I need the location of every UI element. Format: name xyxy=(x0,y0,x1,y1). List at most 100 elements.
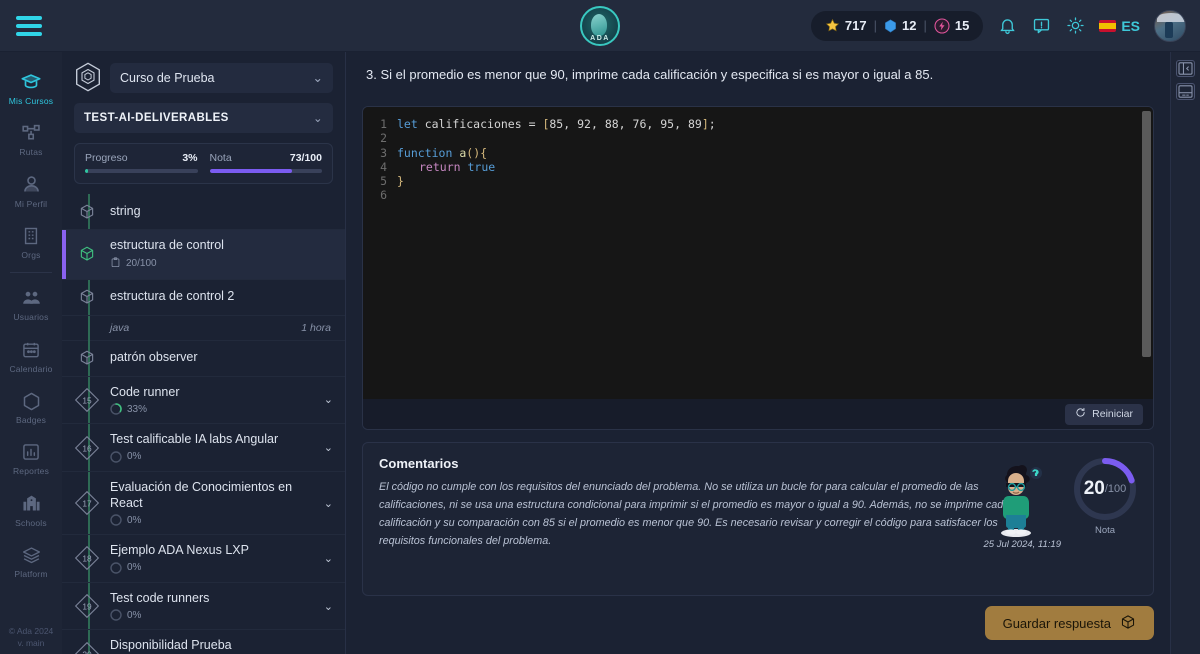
grade-column: Nota 73/100 xyxy=(209,152,322,173)
progress-ring-icon xyxy=(110,451,122,463)
svg-text:17: 17 xyxy=(82,499,92,509)
sidebar-item-label: Platform xyxy=(14,569,48,580)
feedback-date: 25 Jul 2024, 11:19 xyxy=(983,539,1061,551)
chevron-down-icon[interactable]: ⌄ xyxy=(318,600,333,613)
feedback-icon[interactable] xyxy=(1031,16,1051,36)
stats-pill[interactable]: 717 | 12 | 15 xyxy=(810,10,984,41)
course-panel: Curso de Prueba ⌄ TEST-AI-DELIVERABLES ⌄… xyxy=(62,52,346,654)
course-hex-badge-icon xyxy=(74,62,102,93)
panel-left-toggle-icon[interactable] xyxy=(1176,60,1195,77)
sidebar-item-usuarios[interactable]: Usuarios xyxy=(0,278,62,329)
star-icon xyxy=(825,18,840,33)
sidebar-item-schools[interactable]: Schools xyxy=(0,484,62,535)
chevron-down-icon[interactable]: ⌄ xyxy=(318,647,333,654)
chevron-down-icon[interactable]: ⌄ xyxy=(318,497,333,510)
cube-icon xyxy=(74,245,100,263)
chevron-down-icon[interactable]: ⌄ xyxy=(318,441,333,454)
version-text: v. main xyxy=(17,638,45,649)
course-name: Curso de Prueba xyxy=(120,70,215,85)
chevron-down-icon[interactable]: ⌄ xyxy=(318,552,333,565)
sidebar-item-badges[interactable]: Badges xyxy=(0,381,62,432)
school-icon xyxy=(20,493,42,515)
sidebar-item-label: Mi Perfil xyxy=(14,198,48,209)
module-row[interactable]: 20 Disponibilidad Prueba0% ⌄ xyxy=(62,630,345,654)
module-row[interactable]: 15 Code runner 33% ⌄ xyxy=(62,377,345,425)
row-text: estructura de control 20/100 xyxy=(110,238,333,271)
grade-bar-fill xyxy=(209,169,292,173)
cube-icon xyxy=(1120,614,1136,633)
module-progress: 0% xyxy=(110,562,308,574)
ada-logo[interactable]: ADA xyxy=(580,5,620,46)
save-answer-button[interactable]: Guardar respuesta xyxy=(984,606,1154,641)
sidebar-item-mis-cursos[interactable]: Mis Cursos xyxy=(0,62,62,113)
sidebar-item-label: Badges xyxy=(15,415,47,426)
sitemap-icon xyxy=(20,122,42,144)
sidebar-item-platform[interactable]: Platform xyxy=(0,535,62,586)
grade-gauge-column: 20/100 Nota xyxy=(1071,455,1139,550)
ada-logo-icon: ADA xyxy=(580,5,620,46)
problem-statement: 3. Si el promedio es menor que 90, impri… xyxy=(366,67,934,82)
progress-ring-icon xyxy=(110,514,122,526)
module-progress-value: 0% xyxy=(127,609,142,621)
module-row[interactable]: 16 Test calificable IA labs Angular 0% ⌄ xyxy=(62,424,345,472)
module-progress: 0% xyxy=(110,514,308,526)
sidebar-item-rutas[interactable]: Rutas xyxy=(0,113,62,164)
module-row[interactable]: 19 Test code runners 0% ⌄ xyxy=(62,583,345,631)
sidebar-item-orgs[interactable]: Orgs xyxy=(0,216,62,267)
progress-card: Progreso 3% Nota 73/100 xyxy=(74,143,333,184)
comments-text: El código no cumple con los requisitos d… xyxy=(379,481,1010,547)
lesson-row[interactable]: string xyxy=(62,194,345,230)
unit-select[interactable]: TEST-AI-DELIVERABLES ⌄ xyxy=(74,103,333,133)
bell-icon[interactable] xyxy=(997,16,1017,36)
module-number-diamond-icon: 18 xyxy=(74,545,100,571)
top-bar: ADA 717 | 12 | 15 ES xyxy=(0,0,1200,52)
theme-sun-icon[interactable] xyxy=(1065,16,1085,36)
hamburger-icon[interactable] xyxy=(16,15,42,36)
row-text: Test code runners 0% xyxy=(110,591,308,622)
module-progress-value: 33% xyxy=(127,403,148,415)
sidebar-item-label: Orgs xyxy=(21,250,41,261)
lesson-score-value: 20/100 xyxy=(126,258,157,270)
module-row[interactable]: 18 Ejemplo ADA Nexus LXP 0% ⌄ xyxy=(62,535,345,583)
main-content: 3. Si el promedio es menor que 90, impri… xyxy=(346,52,1170,654)
language-selector[interactable]: ES xyxy=(1099,18,1140,34)
code-editor-body[interactable]: 123456 let calificaciones = [85, 92, 88,… xyxy=(363,107,1153,400)
chevron-down-icon[interactable]: ⌄ xyxy=(318,393,333,406)
code-content[interactable]: let calificaciones = [85, 92, 88, 76, 95… xyxy=(397,117,1153,202)
right-rail xyxy=(1170,52,1200,654)
comments-card: Comentarios El código no cumple con los … xyxy=(362,442,1154,597)
lesson-subheader: java 1 hora xyxy=(62,316,345,341)
progress-bar-fill xyxy=(85,169,89,173)
module-number-diamond-icon: 17 xyxy=(74,490,100,516)
spain-flag-icon xyxy=(1099,19,1117,32)
reset-button[interactable]: Reiniciar xyxy=(1065,403,1143,425)
module-progress: 0% xyxy=(110,451,308,463)
progress-label: Progreso xyxy=(85,152,128,164)
progress-value: 3% xyxy=(182,152,198,164)
cube-icon xyxy=(74,203,100,221)
sidebar-item-reportes[interactable]: Reportes xyxy=(0,432,62,483)
grade-gauge: 20/100 xyxy=(1071,455,1139,523)
lesson-row[interactable]: estructura de control 2 xyxy=(62,280,345,316)
lesson-row[interactable]: patrón observer xyxy=(62,341,345,377)
grade-bar-track xyxy=(209,169,322,173)
course-select[interactable]: Curso de Prueba ⌄ xyxy=(110,62,333,93)
lesson-name: estructura de control 2 xyxy=(110,289,235,304)
chart-bar-icon xyxy=(20,441,42,463)
panel-bottom-toggle-icon[interactable] xyxy=(1176,83,1195,100)
sidebar-item-calendario[interactable]: Calendario xyxy=(0,330,62,381)
module-row[interactable]: 17 Evaluación de Conocimientos en React 0%… xyxy=(62,472,345,536)
lesson-list-scroll[interactable]: string estructura de control 20/100 estruct… xyxy=(62,194,345,654)
grade-gauge-denominator: /100 xyxy=(1104,483,1127,496)
module-number-diamond-icon: 19 xyxy=(74,593,100,619)
code-editor-card: 123456 let calificaciones = [85, 92, 88,… xyxy=(362,106,1154,431)
user-icon xyxy=(20,174,42,196)
stat-gem-value: 12 xyxy=(901,18,917,33)
reset-label: Reiniciar xyxy=(1092,408,1133,421)
lesson-row[interactable]: estructura de control 20/100 xyxy=(62,230,345,280)
row-text: Ejemplo ADA Nexus LXP 0% xyxy=(110,543,308,574)
avatar[interactable] xyxy=(1154,9,1186,42)
sidebar-item-mi-perfil[interactable]: Mi Perfil xyxy=(0,165,62,216)
editor-scrollbar[interactable] xyxy=(1142,111,1151,358)
stat-star-value: 717 xyxy=(844,18,867,33)
